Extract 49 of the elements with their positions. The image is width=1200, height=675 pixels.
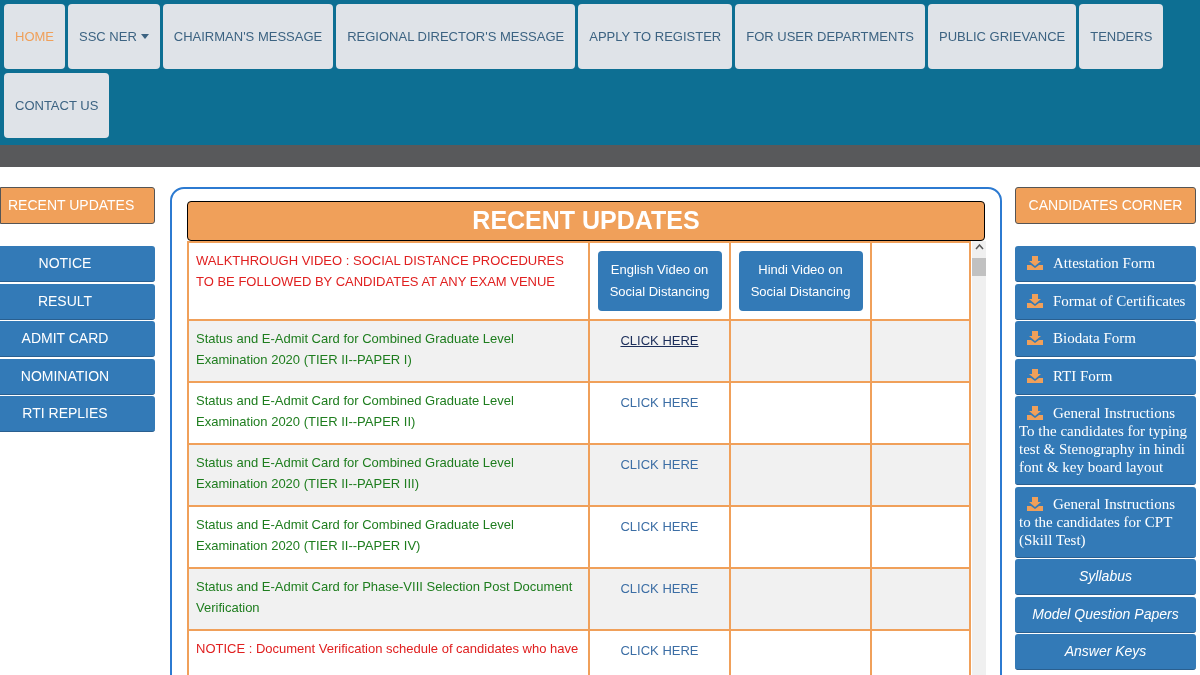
- download-icon: [1027, 331, 1043, 345]
- nav-tab[interactable]: CONTACT US: [4, 73, 110, 138]
- sidebar-link[interactable]: Biodata Form: [1015, 321, 1196, 357]
- nav-tab[interactable]: FOR USER DEPARTMENTS: [735, 4, 926, 69]
- update-text: Status and E-Admit Card for Phase-VIII Selection Post Document Verification: [196, 577, 574, 617]
- download-icon: [1027, 256, 1043, 270]
- update-text: NOTICE : Document Verification schedule of candidates who have: [196, 639, 580, 658]
- update-text: Status and E-Admit Card for Combined Graduate Level Examination 2020 (TIER II--PAPER IV): [196, 515, 515, 555]
- sidebar-link[interactable]: NOTICE: [0, 246, 155, 282]
- sidebar-link[interactable]: NOMINATION: [0, 358, 155, 395]
- nav-tab[interactable]: REGIONAL DIRECTOR'S MESSAGE: [336, 4, 576, 69]
- scroll-up-icon[interactable]: [974, 243, 984, 250]
- nav-tab[interactable]: TENDERS: [1079, 4, 1164, 69]
- update-text: Status and E-Admit Card for Combined Graduate Level Examination 2020 (TIER II--PAPER II): [196, 391, 515, 431]
- sidebar-link[interactable]: Format of Certificates: [1015, 283, 1196, 320]
- sidebar-link[interactable]: Model Question Papers: [1015, 596, 1196, 633]
- update-text: Status and E-Admit Card for Combined Graduate Level Examination 2020 (TIER II--PAPER III): [196, 453, 515, 493]
- video-button[interactable]: English Video on Social Distancing: [597, 250, 722, 311]
- panel-title: RECENT UPDATES: [187, 201, 985, 241]
- nav-tab[interactable]: PUBLIC GRIEVANCE: [928, 4, 1077, 69]
- click-here-link[interactable]: CLICK HERE: [620, 518, 699, 534]
- download-icon: [1027, 406, 1043, 420]
- sidebar-link[interactable]: Syllabus: [1015, 559, 1196, 595]
- sidebar-link[interactable]: ADMIT CARD: [0, 321, 155, 357]
- nav-tab[interactable]: CHAIRMAN'S MESSAGE: [162, 4, 334, 69]
- download-icon: [1027, 368, 1043, 383]
- click-here-link[interactable]: CLICK HERE: [620, 580, 699, 596]
- sidebar-heading: CANDIDATES CORNER: [1015, 187, 1196, 224]
- nav-tab[interactable]: APPLY TO REGISTER: [578, 4, 733, 69]
- sidebar-link[interactable]: RESULT: [0, 283, 155, 320]
- sidebar-link[interactable]: RTI REPLIES: [0, 396, 155, 432]
- scrollbar-thumb[interactable]: [972, 257, 986, 276]
- nav-tab[interactable]: SSC NER: [68, 4, 160, 69]
- update-text: Status and E-Admit Card for Combined Graduate Level Examination 2020 (TIER II--PAPER I): [196, 329, 515, 369]
- sidebar-link[interactable]: RTI Form: [1015, 358, 1196, 395]
- download-icon: [1027, 293, 1043, 308]
- click-here-link[interactable]: CLICK HERE: [620, 642, 699, 658]
- scrollbar[interactable]: [972, 240, 986, 675]
- video-button[interactable]: Hindi Video on Social Distancing: [738, 250, 863, 311]
- click-here-link[interactable]: CLICK HERE: [620, 394, 699, 410]
- download-icon: [1027, 496, 1043, 511]
- sidebar-heading: RECENT UPDATES: [0, 187, 155, 224]
- sidebar-link[interactable]: General Instructions to the candidates for CPT (Skill Test): [1015, 486, 1196, 558]
- sidebar-link[interactable]: Answer Keys: [1015, 634, 1196, 670]
- update-text: WALKTHROUGH VIDEO : SOCIAL DISTANCE PROCEDURES TO BE FOLLOWED BY CANDIDATES AT ANY EXAM VENUE: [196, 251, 565, 291]
- click-here-link[interactable]: CLICK HERE: [620, 332, 699, 348]
- sidebar-link[interactable]: General Instructions To the candidates for typing test & Stenography in hindi font & key board layout: [1015, 396, 1196, 485]
- sidebar-link[interactable]: Attestation Form: [1015, 246, 1196, 282]
- click-here-link[interactable]: CLICK HERE: [620, 456, 699, 472]
